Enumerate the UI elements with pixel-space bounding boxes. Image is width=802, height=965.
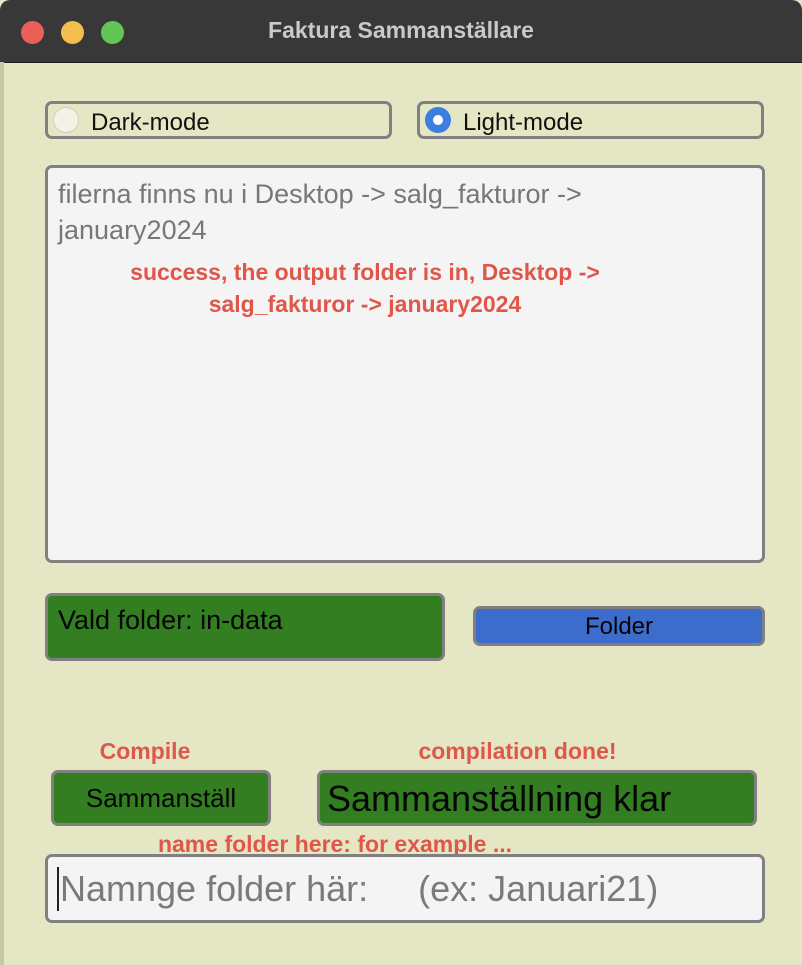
window-title: Faktura Sammanställare <box>268 17 534 43</box>
dark-mode-label: Dark-mode <box>91 109 210 136</box>
success-annotation: success, the output folder is in, Deskto… <box>130 259 600 317</box>
output-textbox[interactable]: filerna finns nu i Desktop -> salg_faktu… <box>45 165 765 563</box>
window-edge <box>0 62 4 965</box>
radio-selected-icon <box>425 107 451 133</box>
radio-unselected-icon <box>53 107 79 133</box>
selected-folder-status: Vald folder: in-data <box>45 593 445 661</box>
light-mode-label: Light-mode <box>463 109 584 136</box>
dark-mode-radio[interactable]: Dark-mode <box>45 101 392 139</box>
compile-status: Sammanställning klar <box>317 770 757 826</box>
compile-status-text: Sammanställning klar <box>327 778 672 819</box>
output-message: filerna finns nu i Desktop -> salg_faktu… <box>58 179 582 245</box>
compile-annotation: Compile <box>99 738 191 764</box>
light-mode-radio[interactable]: Light-mode <box>417 101 764 139</box>
folder-button[interactable]: Folder <box>473 606 765 646</box>
selected-folder-text: Vald folder: in-data <box>58 605 283 635</box>
window-titlebar: Faktura Sammanställare <box>0 0 802 63</box>
folder-name-input[interactable] <box>45 854 765 923</box>
compile-button[interactable]: Sammanställ <box>51 770 271 826</box>
done-annotation: compilation done! <box>418 738 617 764</box>
text-caret <box>57 867 59 911</box>
